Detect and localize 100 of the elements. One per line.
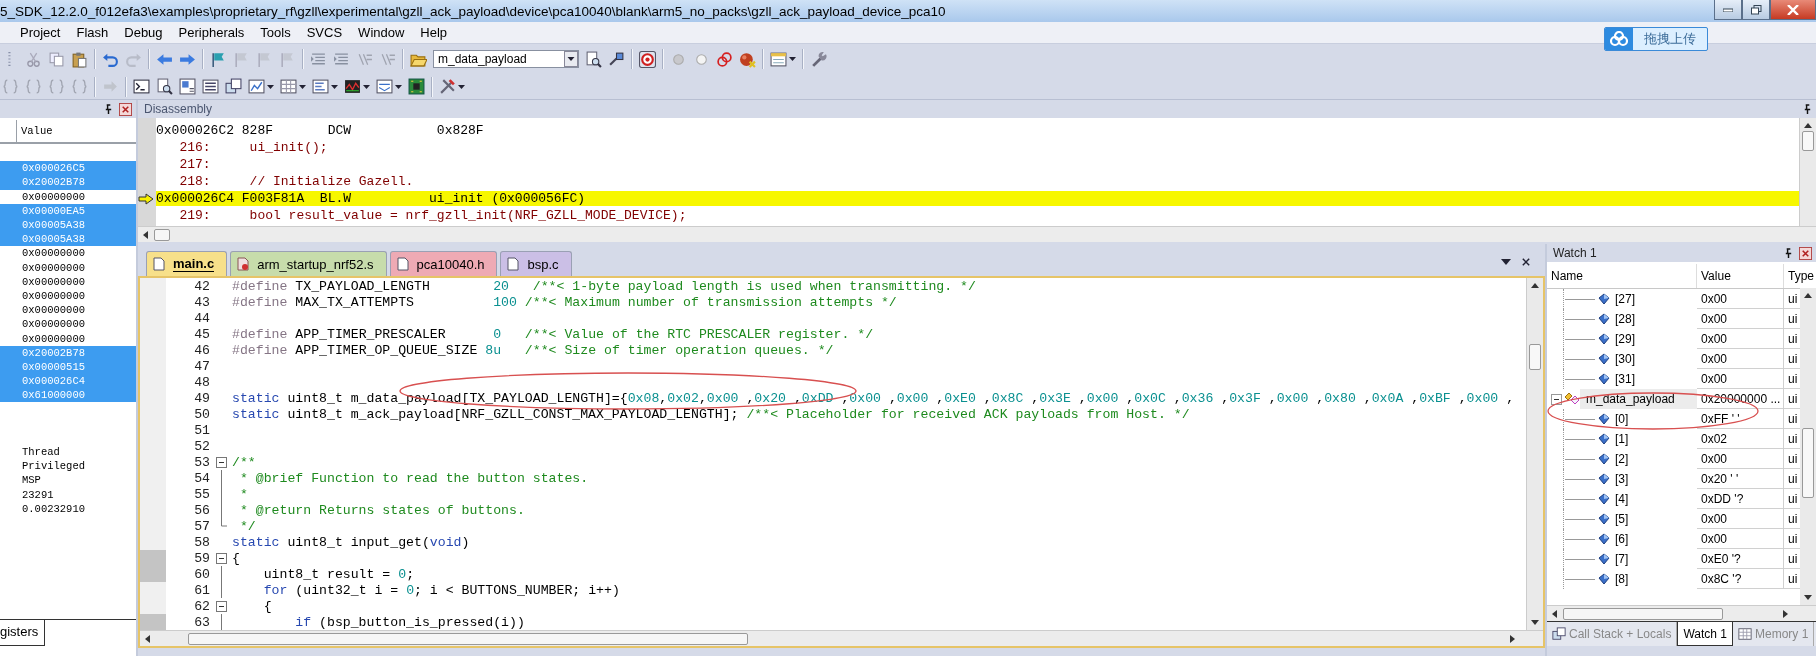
watch-icon[interactable] — [248, 78, 265, 95]
debug-icon[interactable] — [639, 50, 656, 68]
scroll-thumb[interactable] — [1529, 344, 1541, 370]
file-icon — [507, 257, 520, 271]
collapse-icon[interactable] — [1551, 393, 1562, 405]
menu-item[interactable]: Window — [350, 25, 413, 40]
caret-icon[interactable] — [789, 57, 796, 61]
serial-window-icon[interactable] — [312, 78, 329, 95]
registers-icon[interactable] — [202, 78, 219, 95]
panel-tab[interactable]: Watch 1 — [1677, 622, 1733, 646]
minimize-button[interactable] — [1714, 0, 1742, 20]
panel-tab[interactable]: gisters — [0, 620, 46, 646]
close-icon[interactable] — [1799, 246, 1812, 260]
scroll-thumb[interactable] — [154, 228, 170, 241]
menu-item[interactable]: Debug — [116, 25, 171, 40]
menu-item[interactable]: Tools — [252, 25, 299, 40]
scroll-up-icon[interactable] — [1531, 283, 1539, 288]
pin-icon[interactable] — [1803, 103, 1812, 115]
element-icon — [1598, 553, 1610, 565]
scroll-down-icon[interactable] — [1804, 595, 1812, 600]
column-header[interactable]: Value — [17, 120, 136, 142]
horizontal-scrollbar[interactable] — [140, 630, 1543, 646]
menu-item[interactable]: SVCS — [298, 25, 351, 40]
copy-icon[interactable] — [48, 50, 65, 68]
editor-tab[interactable]: arm_startup_nrf52.s — [230, 251, 387, 276]
line-number: 42 — [193, 278, 210, 294]
symbols-icon[interactable] — [179, 78, 196, 95]
horizontal-scrollbar[interactable] — [1547, 605, 1816, 621]
restore-button[interactable] — [1742, 0, 1770, 20]
column-header[interactable]: Name — [1547, 264, 1697, 288]
trace-icon[interactable] — [376, 78, 393, 95]
scroll-thumb[interactable] — [188, 632, 748, 645]
line-number: 61 — [193, 582, 210, 598]
caret-icon[interactable] — [395, 84, 402, 89]
scroll-right-icon[interactable] — [1783, 609, 1788, 618]
tools-icon[interactable] — [439, 78, 456, 95]
caret-icon[interactable] — [267, 84, 274, 89]
watch-name: [6] — [1615, 532, 1629, 546]
disassembly-icon[interactable] — [156, 78, 173, 95]
close-button[interactable] — [1770, 0, 1816, 20]
watch-value: 0x02 — [1697, 429, 1784, 449]
call-stack-icon[interactable] — [225, 78, 242, 95]
collapse-icon[interactable] — [215, 456, 227, 468]
scroll-right-icon[interactable] — [1510, 634, 1515, 643]
scroll-down-icon[interactable] — [1531, 620, 1539, 625]
register-value: 0x00000000 — [22, 275, 85, 288]
scroll-up-icon[interactable] — [1804, 123, 1812, 128]
watch-value: 0x20 ' ' — [1697, 469, 1784, 489]
editor-tab[interactable]: bsp.c — [500, 251, 572, 276]
code-line: static uint8_t input_get(void) — [232, 534, 470, 550]
vertical-scrollbar[interactable] — [1800, 288, 1816, 605]
memory-icon — [1737, 627, 1752, 641]
scroll-left-icon[interactable] — [1552, 609, 1557, 618]
close-icon[interactable] — [1521, 258, 1531, 266]
scroll-thumb[interactable] — [1802, 131, 1814, 151]
caret-icon[interactable] — [363, 84, 370, 89]
upload-button[interactable]: 拖拽上传 — [1604, 27, 1708, 51]
analyzer-icon[interactable] — [344, 78, 361, 95]
symbol-combo-box[interactable]: m_data_payload — [433, 50, 579, 68]
register-value: 23291 — [22, 488, 54, 501]
caret-icon[interactable] — [458, 84, 465, 89]
scroll-up-icon[interactable] — [1804, 293, 1812, 298]
horizontal-scrollbar[interactable] — [138, 226, 1816, 242]
collapse-icon[interactable] — [215, 552, 227, 564]
scroll-thumb[interactable] — [1563, 607, 1723, 620]
find-icon[interactable] — [585, 50, 602, 68]
menu-item[interactable]: Help — [412, 25, 456, 40]
register-value: MSP — [22, 474, 41, 487]
editor-tab[interactable]: main.c — [146, 251, 228, 276]
watch-value: 0x00 — [1697, 369, 1784, 389]
command-window-icon[interactable] — [133, 78, 150, 95]
pin-icon[interactable] — [1784, 247, 1793, 259]
menu-item[interactable]: Project — [12, 25, 69, 40]
caret-icon[interactable] — [299, 84, 306, 89]
pin-icon[interactable] — [104, 103, 113, 115]
register-value: 0x00005A38 — [22, 233, 85, 246]
editor-tab[interactable]: pca10040.h — [389, 251, 498, 276]
scroll-left-icon[interactable] — [145, 634, 150, 643]
wrench-icon[interactable] — [810, 50, 827, 68]
vertical-scrollbar[interactable] — [1526, 278, 1543, 630]
board-icon[interactable] — [408, 78, 425, 95]
scroll-left-icon[interactable] — [143, 230, 148, 239]
scroll-thumb[interactable] — [1802, 428, 1814, 498]
rings-icon[interactable] — [716, 50, 733, 68]
bookmark-icon[interactable] — [210, 50, 227, 68]
register-value: 0x000026C4 — [22, 375, 85, 388]
paste-icon[interactable] — [71, 50, 88, 68]
watch-name: [3] — [1615, 472, 1629, 486]
vertical-scrollbar[interactable] — [1799, 118, 1816, 226]
caret-icon[interactable] — [331, 84, 338, 89]
close-icon[interactable] — [119, 102, 132, 116]
collapse-icon[interactable] — [215, 600, 227, 612]
restore-icon — [1750, 4, 1762, 15]
replace-icon[interactable] — [608, 50, 625, 68]
menu-item[interactable]: Peripherals — [170, 25, 253, 40]
column-header[interactable]: Value — [1697, 264, 1784, 288]
dropdown-icon[interactable] — [564, 51, 578, 67]
menu-item[interactable]: Flash — [68, 25, 117, 40]
kill-breakpoint-icon[interactable] — [739, 50, 756, 68]
dropdown-icon[interactable] — [1501, 258, 1511, 266]
